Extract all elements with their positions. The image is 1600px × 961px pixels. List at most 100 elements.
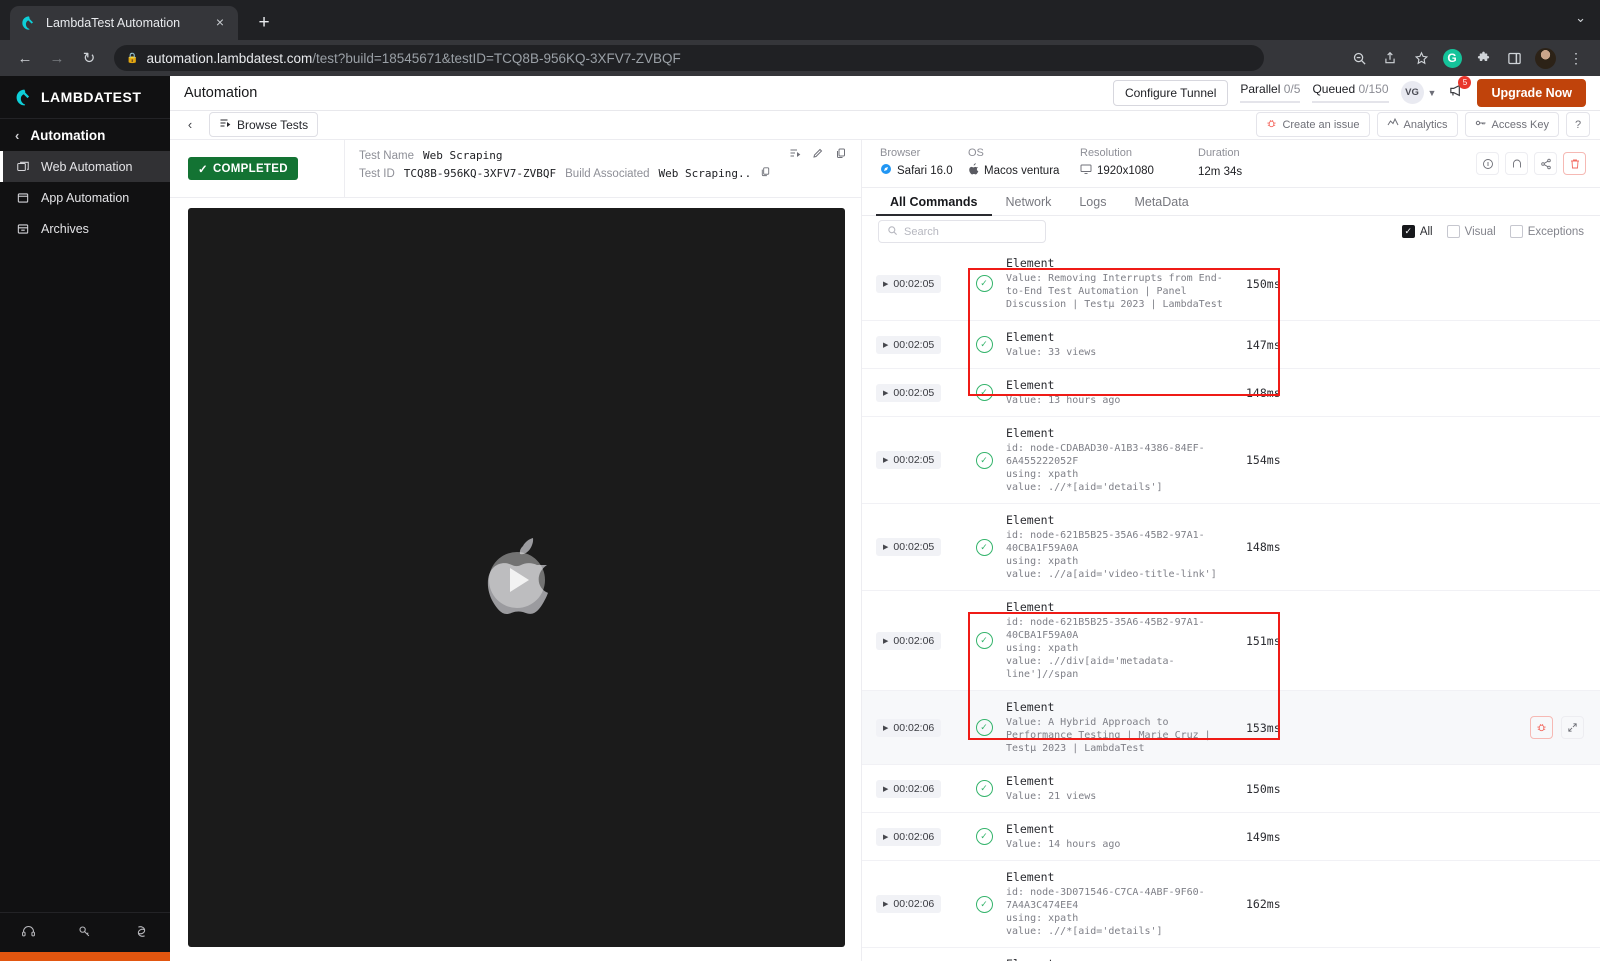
help-button[interactable]: ? [1566, 112, 1590, 138]
copy-icon[interactable] [760, 165, 771, 183]
row-line: using: xpath [1006, 913, 1079, 925]
env-value: Macos ventura [984, 165, 1060, 178]
table-row[interactable]: ▶ 00:02:05 ✓ Element Value: Removing Inte… [862, 247, 1600, 322]
table-row[interactable]: ▶ 00:02:05 ✓ Element Value: 13 hours ago … [862, 369, 1600, 418]
grammarly-icon[interactable]: G [1438, 44, 1466, 72]
tab-metadata[interactable]: MetaData [1120, 188, 1202, 215]
table-row[interactable]: ▶ 00:02:06 ✓ Element Value: 21 views 150m… [862, 765, 1600, 814]
sidebar-item-app-automation[interactable]: App Automation [0, 182, 170, 213]
table-row[interactable]: ▶ 00:02:05 ✓ Element id: node-CDABAD30-A1… [862, 417, 1600, 505]
key-icon [1475, 117, 1487, 132]
table-row[interactable]: ▶ 00:02:05 ✓ Element Value: 33 views 147m… [862, 321, 1600, 370]
commands-filterbar: ✓ All Visual Exceptions [862, 216, 1600, 247]
row-status: ✓ [962, 632, 1006, 650]
configure-tunnel-button[interactable]: Configure Tunnel [1112, 79, 1229, 106]
sidebar-item-label: App Automation [41, 190, 130, 205]
row-line: Value: 13 hours ago [1006, 395, 1121, 407]
chevron-down-icon[interactable]: ⌄ [1575, 10, 1586, 26]
sidebar-section-header[interactable]: ‹ Automation [0, 118, 170, 151]
row-timestamp: ▶ 00:02:05 [876, 451, 962, 470]
tab-logs[interactable]: Logs [1065, 188, 1120, 215]
reload-icon[interactable]: ↻ [74, 44, 104, 72]
upgrade-now-button[interactable]: Upgrade Now [1477, 78, 1586, 107]
steps-icon[interactable] [789, 147, 801, 165]
back-icon[interactable]: ← [10, 44, 40, 72]
analytics-button[interactable]: Analytics [1376, 112, 1458, 138]
copy-icon[interactable] [835, 147, 847, 165]
sidebar-accent-bar [0, 952, 170, 961]
main-area: Automation Configure Tunnel Parallel 0/5… [170, 76, 1600, 961]
browser-toolbar: ← → ↻ 🔒 automation.lambdatest.com/test?b… [0, 40, 1600, 76]
test-meta: Test Name Web Scraping Test ID TCQ8B-956… [345, 140, 861, 197]
expand-icon[interactable] [1561, 716, 1584, 740]
access-key-button[interactable]: Access Key [1464, 112, 1559, 138]
table-row[interactable]: ▶ 00:02:06 ✓ Element Value: 14 hours ago … [862, 813, 1600, 862]
env-value: 1920x1080 [1097, 165, 1154, 178]
chevron-left-icon[interactable]: ‹ [15, 128, 19, 143]
browser-menu-icon[interactable]: ⋮ [1562, 44, 1590, 72]
commands-list[interactable]: ▶ 00:02:05 ✓ Element Value: Removing Inte… [862, 247, 1600, 961]
bug-icon[interactable] [1530, 716, 1553, 740]
settings-icon[interactable] [134, 924, 149, 942]
check-circle-icon: ✓ [975, 632, 993, 650]
sidebar-item-archives[interactable]: Archives [0, 213, 170, 244]
row-body: Element id: node-CDABAD30-A1B3-4386-84EF… [1006, 426, 1236, 494]
intersect-icon[interactable] [1505, 152, 1528, 176]
env-value: 12m 34s [1198, 166, 1243, 179]
table-row[interactable]: ▶ 00:02:05 ✓ Element id: node-621B5B25-35… [862, 504, 1600, 592]
info-icon[interactable] [1476, 152, 1499, 176]
table-row[interactable]: ▶ 00:02:06 ✓ Element id: node-3D071546-C7… [862, 861, 1600, 949]
forward-icon[interactable]: → [42, 44, 72, 72]
row-body: Element Value: 21 views [1006, 774, 1236, 803]
filter-all[interactable]: ✓ All [1401, 225, 1433, 239]
checkbox-icon[interactable] [1509, 225, 1523, 239]
lambdatest-logo-icon [20, 15, 37, 32]
extensions-puzzle-icon[interactable] [1469, 44, 1497, 72]
share-icon[interactable] [1534, 152, 1557, 176]
video-player[interactable] [188, 208, 845, 947]
tab-network[interactable]: Network [992, 188, 1066, 215]
checkbox-icon[interactable] [1446, 225, 1460, 239]
table-row[interactable]: ▶ 00:02:06 ✓ Element Value: A Hybrid Appr… [862, 691, 1600, 766]
share-icon[interactable] [1376, 44, 1404, 72]
analytics-icon [1387, 117, 1399, 132]
search-box[interactable] [878, 220, 1046, 244]
video-player-wrap[interactable] [170, 198, 861, 961]
play-button[interactable] [488, 552, 545, 609]
row-duration: 150ms [1246, 781, 1281, 796]
bookmark-star-icon[interactable] [1407, 44, 1435, 72]
filter-label: Exceptions [1527, 225, 1584, 238]
key-icon[interactable] [77, 924, 92, 942]
side-panel-icon[interactable] [1500, 44, 1528, 72]
user-menu[interactable]: VG ▼ [1400, 81, 1437, 105]
access-key-label: Access Key [1491, 118, 1549, 131]
chevron-down-icon[interactable]: ▼ [1428, 88, 1437, 98]
brand-logo[interactable]: LAMBDATEST [0, 76, 170, 118]
row-title: Element [1006, 426, 1055, 441]
search-icon[interactable] [1345, 44, 1373, 72]
filter-exceptions[interactable]: Exceptions [1509, 225, 1584, 239]
edit-pencil-icon[interactable] [812, 147, 824, 165]
support-headset-icon[interactable] [21, 924, 36, 942]
browser-tab[interactable]: LambdaTest Automation × [10, 6, 238, 40]
back-button[interactable]: ‹ [180, 113, 200, 137]
tab-all-commands[interactable]: All Commands [876, 188, 992, 217]
environment-summary: Browser Safari 16.0 OS Macos ventura Res… [862, 140, 1600, 189]
row-timestamp: ▶ 00:02:06 [876, 718, 962, 737]
filter-visual[interactable]: Visual [1446, 225, 1496, 239]
announcements-button[interactable]: 5 [1448, 76, 1472, 103]
create-issue-button[interactable]: Create an issue [1256, 112, 1370, 138]
address-bar[interactable]: 🔒 automation.lambdatest.com/test?build=1… [114, 45, 1264, 71]
delete-icon[interactable] [1563, 152, 1586, 176]
table-row[interactable]: ▶ 00:02:06 ✓ Element id: node-621B5B25-35… [862, 591, 1600, 692]
checkbox-checked-icon[interactable]: ✓ [1401, 225, 1415, 239]
safari-icon [880, 162, 892, 180]
sidebar: LAMBDATEST ‹ Automation Web Automation A… [0, 76, 170, 961]
browse-tests-button[interactable]: Browse Tests [209, 112, 319, 138]
close-icon[interactable]: × [212, 15, 228, 31]
new-tab-button[interactable]: + [250, 9, 278, 37]
avatar[interactable] [1531, 44, 1559, 72]
sidebar-item-web-automation[interactable]: Web Automation [0, 151, 170, 182]
table-row[interactable]: ▶00:02:07 ✓ Element id: node-6E19358C-1D… [862, 948, 1600, 961]
search-input[interactable] [904, 225, 1037, 238]
